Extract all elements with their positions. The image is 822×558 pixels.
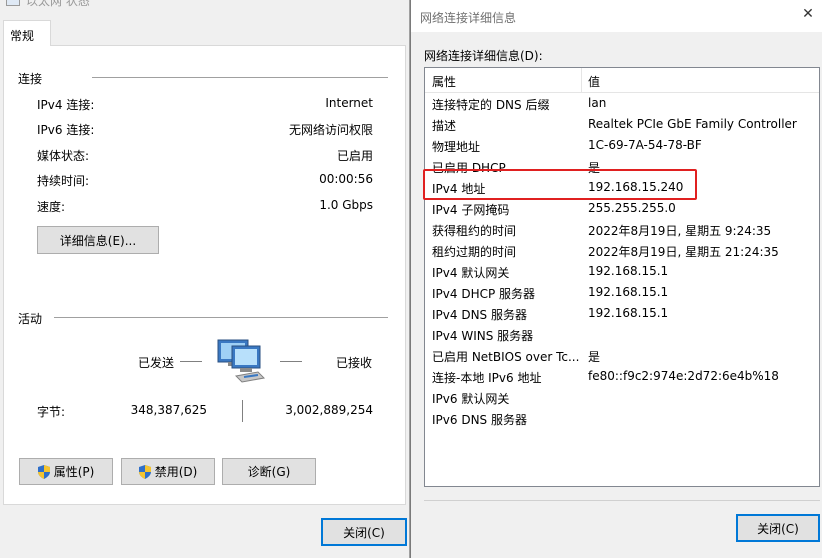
divider [92, 77, 388, 78]
sent-label: 已发送 [138, 356, 175, 370]
properties-button[interactable]: 属性(P) [19, 458, 113, 485]
list-item[interactable]: 已启用 NetBIOS over Tc... 是 [425, 345, 819, 366]
shield-icon [138, 464, 151, 479]
column-separator[interactable] [581, 68, 582, 92]
close-button[interactable]: 关闭(C) [321, 518, 407, 546]
media-state-value: 已启用 [336, 149, 373, 163]
details-listview[interactable]: 属性 值 连接特定的 DNS 后缀 lan 描述 Realtek PCIe GbE … [424, 67, 820, 487]
received-line [280, 361, 302, 362]
list-item[interactable]: IPv4 DHCP 服务器 192.168.15.1 [425, 282, 819, 303]
list-item[interactable]: IPv4 默认网关 192.168.15.1 [425, 261, 819, 282]
window-icon [6, 0, 20, 6]
connection-group-label: 连接 [18, 72, 43, 86]
ipv6-connection-value: 无网络访问权限 [288, 123, 373, 137]
network-computers-icon [217, 339, 266, 383]
bytes-received-value: 3,002,889,254 [285, 403, 373, 417]
ipv6-connection-label: IPv6 连接: [37, 123, 95, 137]
list-header: 属性 值 [425, 68, 819, 93]
disable-button-label: 禁用(D) [154, 465, 198, 479]
close-button[interactable]: 关闭(C) [736, 514, 820, 542]
column-header-value[interactable]: 值 [588, 73, 600, 90]
list-item[interactable]: IPv4 WINS 服务器 [425, 324, 819, 345]
column-header-property[interactable]: 属性 [432, 73, 456, 90]
bytes-divider [242, 400, 243, 422]
window-title: 网络连接详细信息 [420, 11, 517, 25]
ipv4-connection-label: IPv4 连接: [37, 98, 95, 112]
highlight-annotation [423, 169, 697, 200]
diagnose-button[interactable]: 诊断(G) [222, 458, 316, 485]
list-item[interactable]: 租约过期的时间 2022年8月19日, 星期五 21:24:35 [425, 240, 819, 261]
duration-label: 持续时间: [37, 174, 90, 188]
general-panel: 连接 IPv4 连接: Internet IPv6 连接: 无网络访问权限 媒体… [3, 45, 406, 505]
list-item[interactable]: IPv6 DNS 服务器 [425, 408, 819, 429]
close-icon[interactable]: ✕ [800, 6, 816, 22]
status-window: 以太网 状态 常规 连接 IPv4 连接: Internet IPv6 连接: … [0, 0, 410, 558]
list-item[interactable]: 获得租约的时间 2022年8月19日, 星期五 9:24:35 [425, 219, 819, 240]
list-item[interactable]: IPv4 DNS 服务器 192.168.15.1 [425, 303, 819, 324]
title-bar: 网络连接详细信息 ✕ [411, 0, 822, 32]
list-item[interactable]: IPv4 子网掩码 255.255.255.0 [425, 198, 819, 219]
shield-icon [37, 464, 50, 479]
bytes-sent-value: 348,387,625 [130, 403, 207, 417]
list-item[interactable]: 物理地址 1C-69-7A-54-78-BF [425, 135, 819, 156]
bytes-label: 字节: [37, 405, 66, 419]
media-state-label: 媒体状态: [37, 149, 90, 163]
received-label: 已接收 [336, 356, 373, 370]
sent-line [180, 361, 202, 362]
speed-value: 1.0 Gbps [319, 198, 373, 212]
ipv4-connection-value: Internet [325, 96, 373, 110]
list-item[interactable]: 连接-本地 IPv6 地址 fe80::f9c2:974e:2d72:6e4b%1… [425, 366, 819, 387]
details-list-heading: 网络连接详细信息(D): [424, 49, 543, 63]
disable-button[interactable]: 禁用(D) [121, 458, 215, 485]
window-title: 以太网 状态 [26, 0, 90, 8]
duration-value: 00:00:56 [319, 172, 373, 186]
list-item[interactable]: 连接特定的 DNS 后缀 lan [425, 93, 819, 114]
divider [424, 500, 820, 501]
activity-group-label: 活动 [18, 312, 43, 326]
details-window: 网络连接详细信息 ✕ 网络连接详细信息(D): 属性 值 连接特定的 DNS 后… [410, 0, 822, 558]
properties-button-label: 属性(P) [53, 465, 95, 479]
list-item[interactable]: IPv6 默认网关 [425, 387, 819, 408]
speed-label: 速度: [37, 200, 66, 214]
list-item[interactable]: 描述 Realtek PCIe GbE Family Controller [425, 114, 819, 135]
tab-general[interactable]: 常规 [3, 20, 51, 46]
details-button[interactable]: 详细信息(E)... [37, 226, 159, 254]
divider [54, 317, 388, 318]
